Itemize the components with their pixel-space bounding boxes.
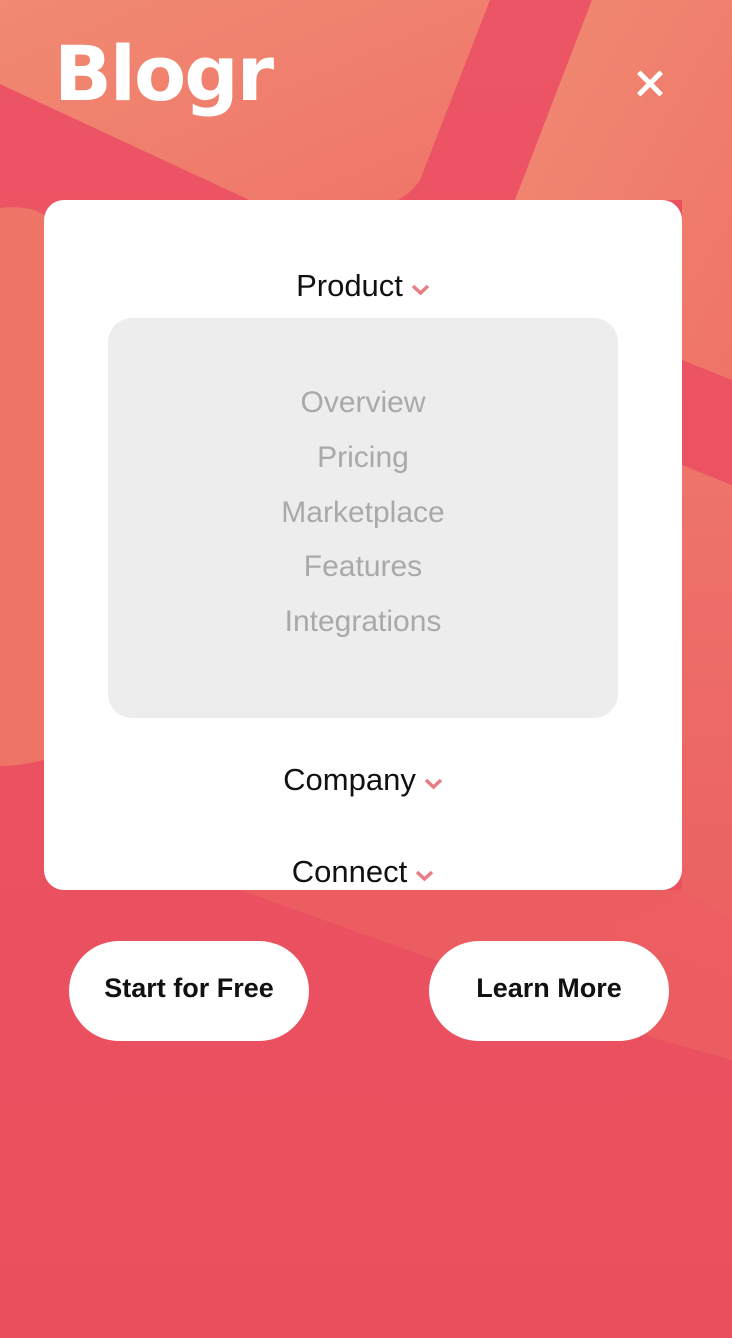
submenu-item-features[interactable]: Features xyxy=(108,550,618,584)
nav-item-label: Company xyxy=(283,762,416,797)
learn-more-button[interactable]: Learn More xyxy=(429,941,669,1041)
nav-item-label: Product xyxy=(296,268,403,303)
nav-item-company[interactable]: Company xyxy=(44,762,682,798)
submenu-item-marketplace[interactable]: Marketplace xyxy=(108,496,618,530)
nav-item-connect[interactable]: Connect xyxy=(44,854,682,890)
product-submenu: Overview Pricing Marketplace Features In… xyxy=(108,318,618,718)
start-for-free-button[interactable]: Start for Free xyxy=(69,941,309,1041)
chevron-down-icon xyxy=(424,778,443,790)
logo: Blogr xyxy=(54,29,274,118)
mobile-menu: Product Overview Pricing Marketplace Fea… xyxy=(44,200,682,890)
submenu-item-overview[interactable]: Overview xyxy=(108,386,618,420)
nav-item-label: Connect xyxy=(291,854,408,889)
chevron-down-icon xyxy=(411,284,430,296)
submenu-item-pricing[interactable]: Pricing xyxy=(108,441,618,475)
chevron-down-icon xyxy=(416,870,434,882)
nav-item-product[interactable]: Product xyxy=(44,268,682,304)
close-icon[interactable] xyxy=(630,64,670,104)
submenu-item-integrations[interactable]: Integrations xyxy=(108,605,618,639)
